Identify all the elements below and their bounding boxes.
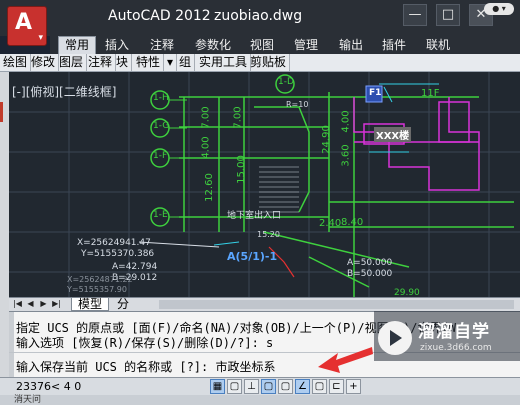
tab-plugins[interactable]: 插件 bbox=[376, 36, 412, 54]
left-edge-strip bbox=[0, 72, 9, 395]
stair-pattern bbox=[259, 166, 299, 213]
grid-label-1h: 1-H bbox=[153, 93, 169, 103]
layout-tab-bar: |◀ ◀ ▶ ▶| 模型 分 bbox=[9, 297, 520, 312]
grid-label-1e: 1-E bbox=[153, 210, 168, 220]
panel-layers[interactable]: 图层 bbox=[56, 54, 88, 71]
first-layout-button[interactable]: |◀ bbox=[13, 299, 22, 309]
dim-2-40: 2.40 bbox=[319, 218, 342, 229]
panel-modify[interactable]: 修改 bbox=[28, 54, 60, 71]
chevron-down-icon: ▾ bbox=[38, 33, 43, 43]
ribbon-overflow-button[interactable]: ● ▾ bbox=[484, 3, 514, 15]
tab-annotate[interactable]: 注释 bbox=[144, 36, 180, 54]
watermark-title: 溜溜自学 bbox=[418, 322, 490, 342]
tab-parametric[interactable]: 参数化 bbox=[189, 36, 237, 54]
dim-29-90: 29.90 bbox=[394, 288, 420, 297]
coord-y-2: Y=5155357.90 bbox=[67, 285, 127, 294]
panel-draw[interactable]: 绘图 bbox=[0, 54, 32, 71]
dim-8-40: 8.40 bbox=[341, 217, 364, 228]
object-snap-tracking-toggle[interactable]: ∠ bbox=[295, 379, 310, 394]
snap-toggle[interactable]: ▢ bbox=[227, 379, 242, 394]
command-input-line[interactable]: 输入保存当前 UCS 的名称或 [?]: 市政坐标系 bbox=[16, 358, 275, 375]
grid-label-1d: 1-D bbox=[278, 77, 294, 87]
watermark-url: zixue.3d66.com bbox=[420, 343, 492, 353]
cursor-coordinates[interactable]: 23376< 4 0 bbox=[16, 380, 81, 393]
panel-group[interactable]: 组 bbox=[176, 54, 196, 71]
next-layout-button[interactable]: ▶ bbox=[39, 299, 48, 309]
grid-display-toggle[interactable]: ▦ bbox=[210, 379, 225, 394]
horizontal-scrollbar[interactable] bbox=[159, 300, 514, 309]
point-label: A(5/1)-1 bbox=[227, 250, 278, 263]
ortho-toggle[interactable]: ⊥ bbox=[244, 379, 259, 394]
dim-7-00-a: 7.00 bbox=[200, 106, 212, 129]
dim-4-00-a: 4.00 bbox=[200, 136, 212, 159]
app-name: AutoCAD 2012 bbox=[108, 8, 211, 24]
tab-layout[interactable]: 分 bbox=[113, 298, 133, 311]
panel-clipboard[interactable]: 剪贴板 bbox=[247, 54, 291, 71]
tab-view[interactable]: 视图 bbox=[244, 36, 280, 54]
dim-3-60: 3.60 bbox=[340, 144, 352, 167]
object-snap-toggle[interactable]: ▢ bbox=[278, 379, 293, 394]
dynamic-ucs-toggle[interactable]: ▢ bbox=[312, 379, 327, 394]
left-edge-marker bbox=[0, 102, 3, 122]
background-grid bbox=[9, 72, 520, 297]
minimize-button[interactable]: — bbox=[403, 4, 427, 26]
command-window-grip[interactable] bbox=[9, 312, 14, 378]
coordinate-leader bbox=[138, 241, 220, 248]
last-layout-button[interactable]: ▶| bbox=[52, 299, 61, 309]
dim-radius: R=10 bbox=[286, 100, 309, 109]
dim-15-20: 15.20 bbox=[257, 230, 280, 239]
dim-12-60: 12.60 bbox=[203, 173, 215, 202]
play-icon bbox=[390, 330, 402, 346]
panel-block[interactable]: 块 bbox=[113, 54, 133, 71]
dim-4-00-b: 4.00 bbox=[340, 110, 352, 133]
floor-tag: 11F bbox=[421, 88, 440, 99]
viewport-controls-label[interactable]: [-][俯视][二维线框] bbox=[12, 83, 116, 100]
taskbar-strip bbox=[0, 395, 520, 405]
dim-24-90: 24.90 bbox=[320, 125, 332, 154]
tab-output[interactable]: 输出 bbox=[333, 36, 369, 54]
watermark-logo-icon bbox=[378, 321, 412, 355]
magenta-building bbox=[353, 97, 480, 191]
panel-annotation[interactable]: 注释 bbox=[85, 54, 117, 71]
maximize-button[interactable]: □ bbox=[436, 4, 460, 26]
prev-layout-button[interactable]: ◀ bbox=[26, 299, 35, 309]
lineweight-toggle[interactable]: + bbox=[346, 379, 361, 394]
building-label: XXX楼 bbox=[374, 127, 412, 142]
tab-manage[interactable]: 管理 bbox=[288, 36, 324, 54]
drawing-svg bbox=[9, 72, 520, 297]
status-bar: 23376< 4 0 ▦ ▢ ⊥ ▢ ▢ ∠ ▢ ⊏ + bbox=[0, 377, 520, 395]
dim-7-00-b: 7.00 bbox=[232, 106, 244, 129]
file-name: zuobiao.dwg bbox=[214, 8, 303, 24]
drawing-canvas[interactable]: [-][俯视][二维线框] 1-H 1-G 1-F 1-E 1-D 7.00 4… bbox=[9, 72, 520, 297]
panel-utilities[interactable]: 实用工具 bbox=[196, 54, 252, 71]
autocad-logo-icon: A bbox=[15, 10, 33, 35]
entrance-label: 地下室出入口 bbox=[227, 211, 282, 221]
coord-b-2: B=50.000 bbox=[347, 269, 393, 279]
grid-label-1g: 1-G bbox=[153, 121, 170, 131]
panel-properties[interactable]: 特性 bbox=[133, 54, 165, 71]
floor-label: F1 bbox=[369, 88, 382, 98]
ribbon-panel-row: 绘图 修改 图层 注释 块 特性 ▾ 组 实用工具 剪贴板 bbox=[0, 54, 520, 72]
command-history-line-2: 输入选项 [恢复(R)/保存(S)/删除(D)/?]: s bbox=[16, 336, 274, 350]
coord-a-2: A=50.000 bbox=[347, 258, 393, 268]
tab-home[interactable]: 常用 bbox=[58, 36, 97, 54]
grid-label-1f: 1-F bbox=[153, 151, 168, 161]
polar-tracking-toggle[interactable]: ▢ bbox=[261, 379, 276, 394]
dynamic-input-toggle[interactable]: ⊏ bbox=[329, 379, 344, 394]
dim-15-00: 15.00 bbox=[235, 155, 247, 184]
tab-model[interactable]: 模型 bbox=[71, 298, 110, 311]
coord-x-2: X=25624871.22 bbox=[67, 275, 133, 284]
tab-insert[interactable]: 插入 bbox=[99, 36, 135, 54]
title-bar: A ▾ AutoCAD 2012 zuobiao.dwg — □ ✕ bbox=[0, 0, 520, 46]
ribbon-tab-bar: 常用 插入 注释 参数化 视图 管理 输出 插件 联机 bbox=[50, 36, 520, 54]
red-arrow-annotation bbox=[318, 347, 373, 373]
tab-online[interactable]: 联机 bbox=[420, 36, 456, 54]
taskbar-text: 消天问 bbox=[14, 395, 42, 405]
coord-y-1: Y=5155370.386 bbox=[81, 249, 155, 259]
application-menu-button[interactable]: A ▾ bbox=[7, 6, 47, 46]
coord-x-1: X=25624941.47 bbox=[77, 238, 151, 248]
coord-a-1: A=42.794 bbox=[112, 262, 158, 272]
